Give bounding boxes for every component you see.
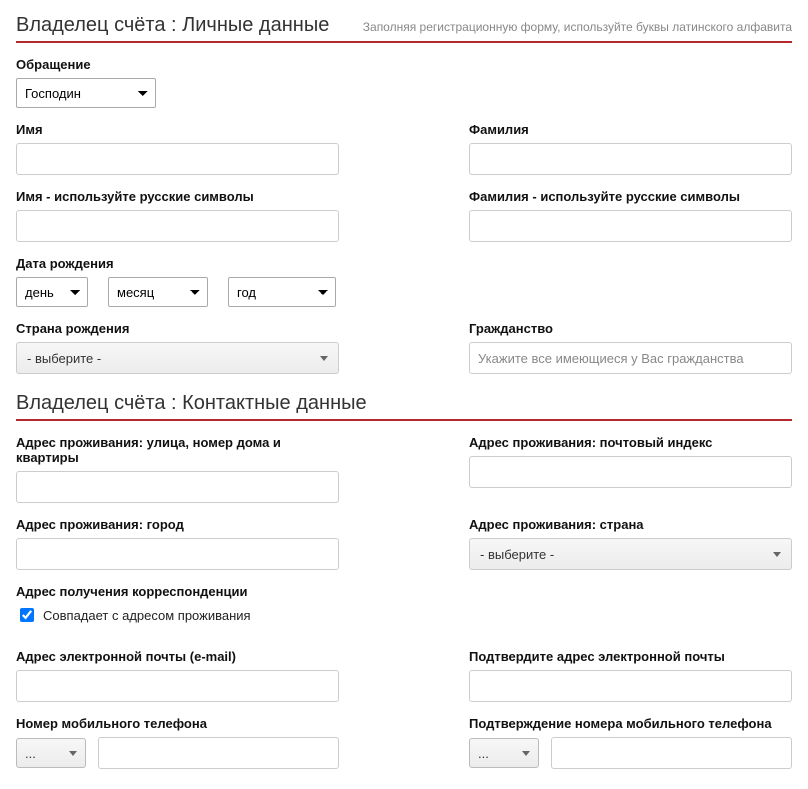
dob-month-select[interactable]: месяц <box>108 277 208 307</box>
addr-country-label: Адрес проживания: страна <box>469 517 792 532</box>
dob-year-select[interactable]: год <box>228 277 336 307</box>
addr-country-select[interactable]: - выберите - <box>469 538 792 570</box>
birth-country-label: Страна рождения <box>16 321 339 336</box>
last-name-label: Фамилия <box>469 122 792 137</box>
citizenship-input[interactable] <box>469 342 792 374</box>
chevron-down-icon <box>320 356 328 361</box>
dob-label: Дата рождения <box>16 256 339 271</box>
mail-addr-same-label: Совпадает с адресом проживания <box>43 608 251 623</box>
addr-city-input[interactable] <box>16 538 339 570</box>
salutation-label: Обращение <box>16 57 339 72</box>
chevron-down-icon <box>69 751 77 756</box>
mobile-confirm-code-value: ... <box>478 746 489 761</box>
addr-street-label: Адрес проживания: улица, номер дома и кв… <box>16 435 339 465</box>
section-personal-hint: Заполняя регистрационную форму, использу… <box>363 20 792 34</box>
mobile-code-value: ... <box>25 746 36 761</box>
citizenship-label: Гражданство <box>469 321 792 336</box>
birth-country-select[interactable]: - выберите - <box>16 342 339 374</box>
first-name-ru-input[interactable] <box>16 210 339 242</box>
mobile-confirm-code-select[interactable]: ... <box>469 738 539 768</box>
mobile-confirm-number-input[interactable] <box>551 737 792 769</box>
section-contact-title: Владелец счёта : Контактные данные <box>16 392 367 415</box>
section-personal-header: Владелец счёта : Личные данные Заполняя … <box>16 14 792 43</box>
first-name-ru-label: Имя - используйте русские символы <box>16 189 339 204</box>
email-label: Адрес электронной почты (e-mail) <box>16 649 339 664</box>
last-name-ru-input[interactable] <box>469 210 792 242</box>
dob-day-select[interactable]: день <box>16 277 88 307</box>
email-confirm-input[interactable] <box>469 670 792 702</box>
first-name-label: Имя <box>16 122 339 137</box>
section-contact-header: Владелец счёта : Контактные данные <box>16 392 792 421</box>
chevron-down-icon <box>773 552 781 557</box>
first-name-input[interactable] <box>16 143 339 175</box>
mobile-number-input[interactable] <box>98 737 339 769</box>
mobile-label: Номер мобильного телефона <box>16 716 339 731</box>
chevron-down-icon <box>522 751 530 756</box>
addr-country-value: - выберите - <box>480 547 554 562</box>
email-input[interactable] <box>16 670 339 702</box>
mail-addr-label: Адрес получения корреспонденции <box>16 584 792 599</box>
salutation-select[interactable]: Господин <box>16 78 156 108</box>
email-confirm-label: Подтвердите адрес электронной почты <box>469 649 792 664</box>
addr-city-label: Адрес проживания: город <box>16 517 339 532</box>
last-name-ru-label: Фамилия - используйте русские символы <box>469 189 792 204</box>
mail-addr-same-checkbox[interactable] <box>20 608 34 622</box>
mobile-confirm-label: Подтверждение номера мобильного телефона <box>469 716 792 731</box>
birth-country-value: - выберите - <box>27 351 101 366</box>
addr-street-input[interactable] <box>16 471 339 503</box>
addr-zip-input[interactable] <box>469 456 792 488</box>
section-personal-title: Владелец счёта : Личные данные <box>16 14 329 37</box>
last-name-input[interactable] <box>469 143 792 175</box>
addr-zip-label: Адрес проживания: почтовый индекс <box>469 435 792 450</box>
mobile-code-select[interactable]: ... <box>16 738 86 768</box>
